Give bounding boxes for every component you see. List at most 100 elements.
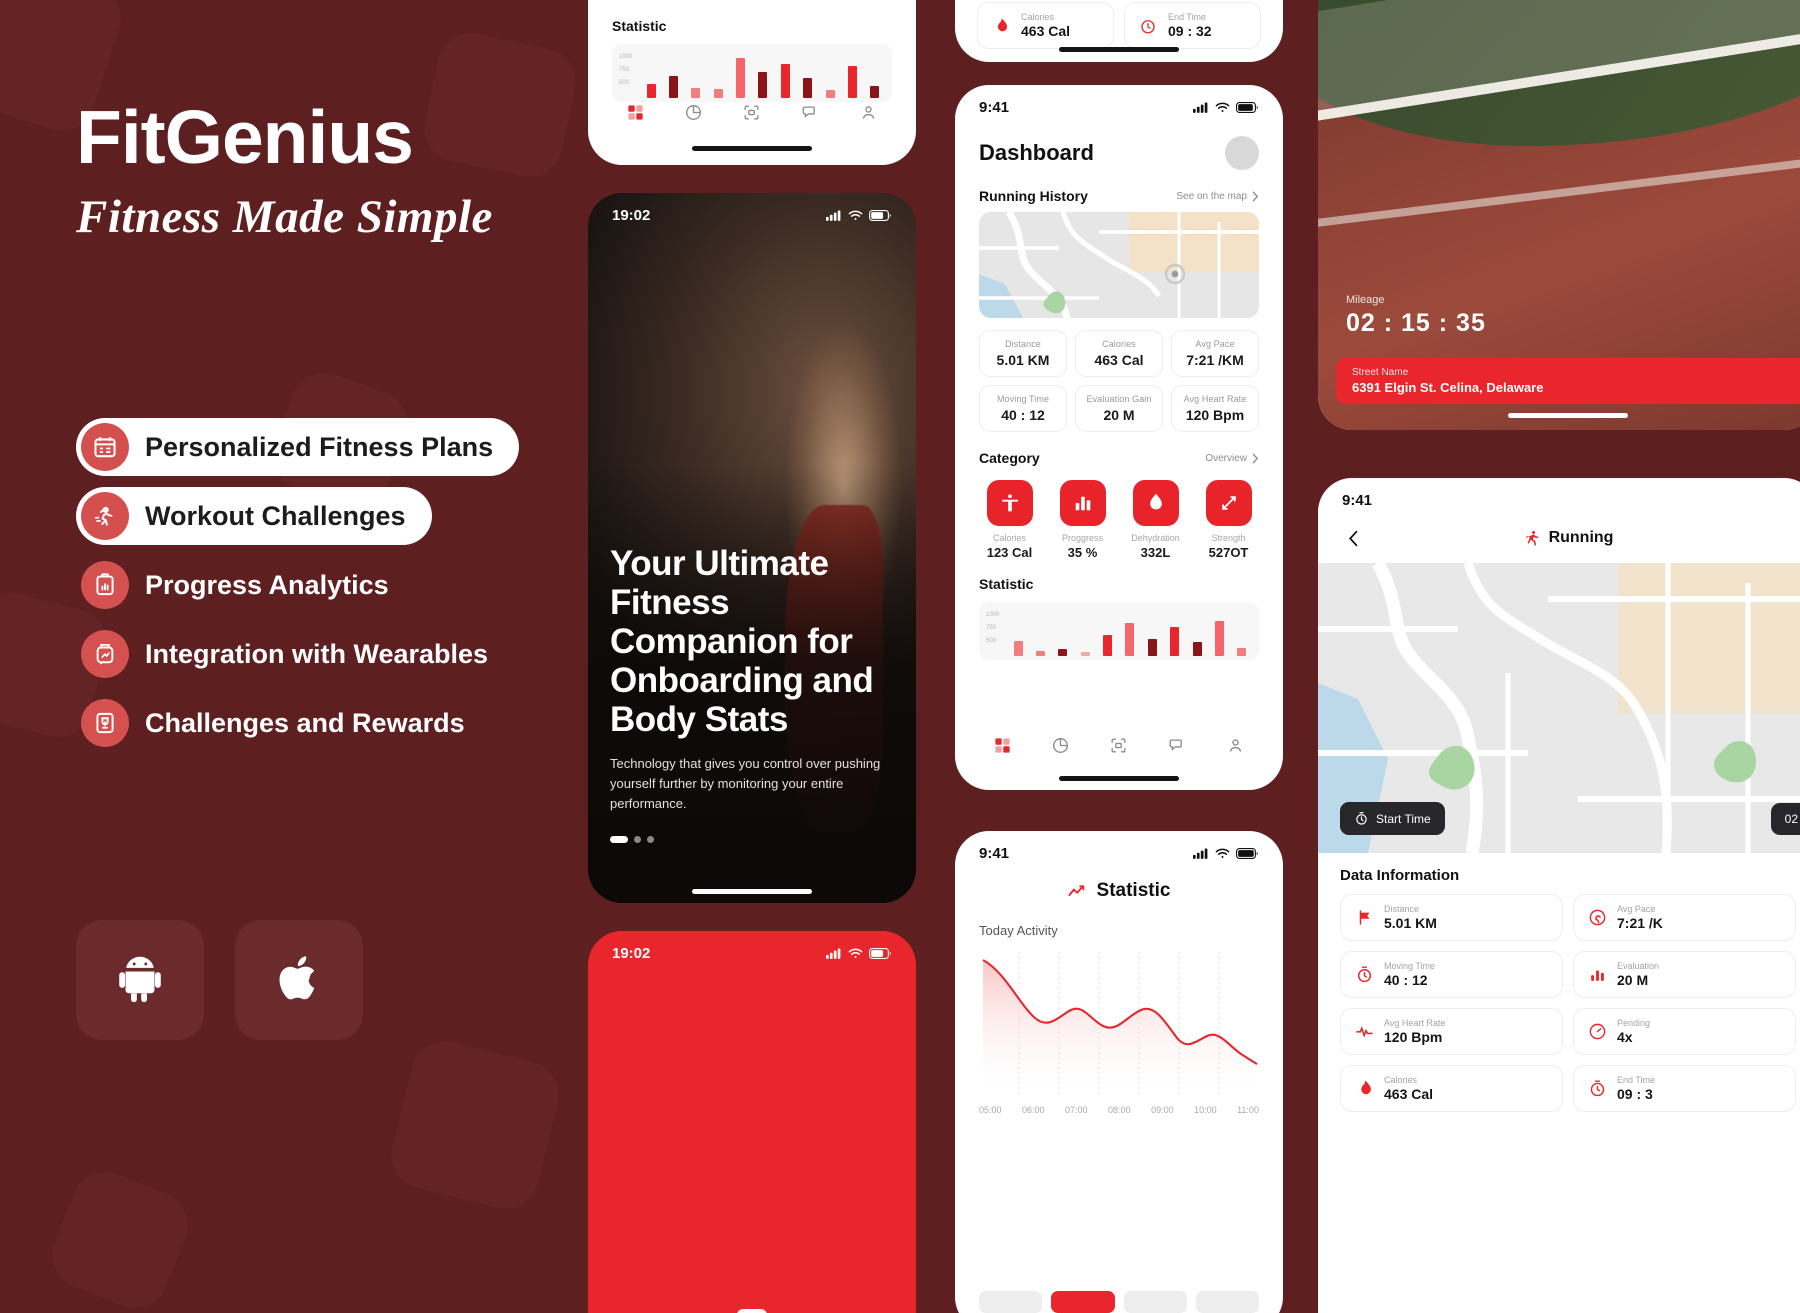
back-button[interactable] xyxy=(1340,525,1366,551)
card-label: Evaluation xyxy=(1617,961,1660,971)
running-history-header: Running History See on the map xyxy=(955,170,1283,212)
elapsed-value: 02 xyxy=(1784,812,1798,826)
grid-icon[interactable] xyxy=(993,736,1012,760)
start-time-chip[interactable]: Start Time xyxy=(1340,802,1445,835)
stat-value: 120 Bpm xyxy=(1185,407,1245,423)
chip-4[interactable] xyxy=(1195,1291,1259,1313)
overview-link[interactable]: Overview xyxy=(1205,453,1259,464)
scan-icon[interactable] xyxy=(742,103,761,127)
stat-card[interactable]: Moving Time 40 : 12 xyxy=(979,385,1067,432)
wifi-icon xyxy=(848,210,863,220)
chat-icon[interactable] xyxy=(801,103,820,127)
chevron-right-icon xyxy=(1252,191,1259,201)
stat-card[interactable]: Distance 5.01 KM xyxy=(979,330,1067,377)
apple-store-badge[interactable] xyxy=(235,920,363,1040)
phone-track-photo: Mileage 02 : 15 : 35 Street Name 6391 El… xyxy=(1318,0,1800,430)
dot-1[interactable] xyxy=(610,836,628,843)
chip-2-active[interactable] xyxy=(1051,1291,1115,1313)
stat-card[interactable]: Evaluation Gain 20 M xyxy=(1075,385,1163,432)
dot-3[interactable] xyxy=(647,836,654,843)
x-tick: 06:00 xyxy=(1022,1105,1045,1115)
stat-card[interactable]: Calories 463 Cal xyxy=(1075,330,1163,377)
home-indicator xyxy=(692,146,812,151)
data-card-end-time[interactable]: End Time 09 : 3 xyxy=(1573,1065,1796,1112)
feature-item-progress-analytics[interactable]: Progress Analytics xyxy=(76,556,415,614)
x-tick: 05:00 xyxy=(979,1105,1002,1115)
runner-icon xyxy=(1525,530,1538,546)
data-card-pending[interactable]: Pending 4x xyxy=(1573,1008,1796,1055)
phone-cards-crop: Calories 463 Cal End Time 09 : 32 xyxy=(955,0,1283,62)
stat-card[interactable]: Avg Pace 7:21 /KM xyxy=(1171,330,1259,377)
chevron-left-icon xyxy=(1348,530,1357,546)
person-icon[interactable] xyxy=(859,103,878,127)
category-item-calories[interactable]: Calories 123 Cal xyxy=(979,480,1040,560)
card-label: End Time xyxy=(1617,1075,1656,1085)
pie-icon[interactable] xyxy=(684,103,703,127)
card-label: Avg Pace xyxy=(1617,904,1656,914)
street-banner: Street Name 6391 Elgin St. Celina, Delaw… xyxy=(1336,358,1800,404)
store-badges xyxy=(76,920,363,1040)
chat-icon[interactable] xyxy=(1168,736,1187,760)
feature-item-integration-with-wearables[interactable]: Integration with Wearables xyxy=(76,625,514,683)
stat-label: Avg Heart Rate xyxy=(1183,394,1247,404)
stopwatch-icon xyxy=(1356,812,1367,825)
start-time-label: Start Time xyxy=(1376,811,1431,826)
person-icon[interactable] xyxy=(1226,736,1245,760)
carousel-dots[interactable] xyxy=(610,836,894,843)
chart-y-labels: 1000 750 500 xyxy=(619,54,633,86)
pie-icon[interactable] xyxy=(1051,736,1070,760)
flame-icon xyxy=(990,15,1012,37)
data-card-end-time[interactable]: End Time 09 : 32 xyxy=(1124,2,1261,49)
feature-item-workout-challenges[interactable]: Workout Challenges xyxy=(76,487,432,545)
category-grid: Calories 123 Cal Proggress 35 % Dehydrat… xyxy=(955,474,1283,560)
data-card-avg-pace[interactable]: Avg Pace 7:21 /K xyxy=(1573,894,1796,941)
phone-dashboard: 9:41 Dashboard Running History See on th… xyxy=(955,85,1283,790)
data-card-distance[interactable]: Distance 5.01 KM xyxy=(1340,894,1563,941)
data-card-row: Calories 463 Cal End Time 09 : 32 xyxy=(955,0,1283,49)
dot-2[interactable] xyxy=(634,836,641,843)
clock-10s-icon xyxy=(1137,15,1159,37)
bolt-icon xyxy=(1205,480,1252,526)
category-item-dehydration[interactable]: Dehydration 332L xyxy=(1125,480,1186,560)
map-thumbnail[interactable] xyxy=(979,212,1259,318)
battery-icon xyxy=(1236,102,1258,113)
category-item-proggress[interactable]: Proggress 35 % xyxy=(1052,480,1113,560)
flag-icon xyxy=(1353,907,1375,929)
avatar[interactable] xyxy=(1225,136,1259,170)
grid-icon[interactable] xyxy=(626,103,645,127)
data-card-moving-time[interactable]: Moving Time 40 : 12 xyxy=(1340,951,1563,998)
category-item-strength[interactable]: Strength 527OT xyxy=(1198,480,1259,560)
see-on-map-link[interactable]: See on the map xyxy=(1176,191,1259,202)
signal-icon xyxy=(826,948,841,959)
data-card-evaluation[interactable]: Evaluation 20 M xyxy=(1573,951,1796,998)
scan-icon[interactable] xyxy=(1109,736,1128,760)
section-title: Statistic xyxy=(612,18,667,34)
running-header: Running xyxy=(1318,513,1800,551)
stat-card[interactable]: Avg Heart Rate 120 Bpm xyxy=(1171,385,1259,432)
feature-item-personalized-fitness-plans[interactable]: Personalized Fitness Plans xyxy=(76,418,520,476)
running-map[interactable]: Start Time 02 xyxy=(1318,563,1800,853)
home-indicator xyxy=(1059,47,1179,52)
statistic-title: Statistic xyxy=(1096,880,1171,901)
chip-1[interactable] xyxy=(979,1291,1043,1313)
clock-10s-icon xyxy=(1586,1078,1608,1100)
data-card-calories[interactable]: Calories 463 Cal xyxy=(1340,1065,1563,1112)
elapsed-chip: 02 xyxy=(1770,803,1800,835)
android-store-badge[interactable] xyxy=(76,920,204,1040)
card-value: 5.01 KM xyxy=(1384,915,1437,931)
data-card-avg-heart-rate[interactable]: Avg Heart Rate 120 Bpm xyxy=(1340,1008,1563,1055)
signal-icon xyxy=(1193,848,1208,859)
feature-item-challenges-and-rewards[interactable]: Challenges and Rewards xyxy=(76,694,491,752)
dashboard-bar-chart: 1000 750 500 xyxy=(979,602,1259,660)
stat-value: 20 M xyxy=(1103,407,1135,423)
signal-icon xyxy=(826,210,841,221)
chip-3[interactable] xyxy=(1123,1291,1187,1313)
wifi-icon xyxy=(1215,848,1230,858)
bar-series xyxy=(985,610,1253,656)
data-card-calories[interactable]: Calories 463 Cal xyxy=(977,2,1114,49)
feature-list: Personalized Fitness Plans Workout Chall… xyxy=(76,418,556,763)
stat-label: Moving Time xyxy=(996,394,1050,404)
watch-icon xyxy=(81,630,129,678)
bar-chart: 1000 750 500 xyxy=(612,44,892,102)
category-label: Dehydration xyxy=(1131,533,1180,543)
